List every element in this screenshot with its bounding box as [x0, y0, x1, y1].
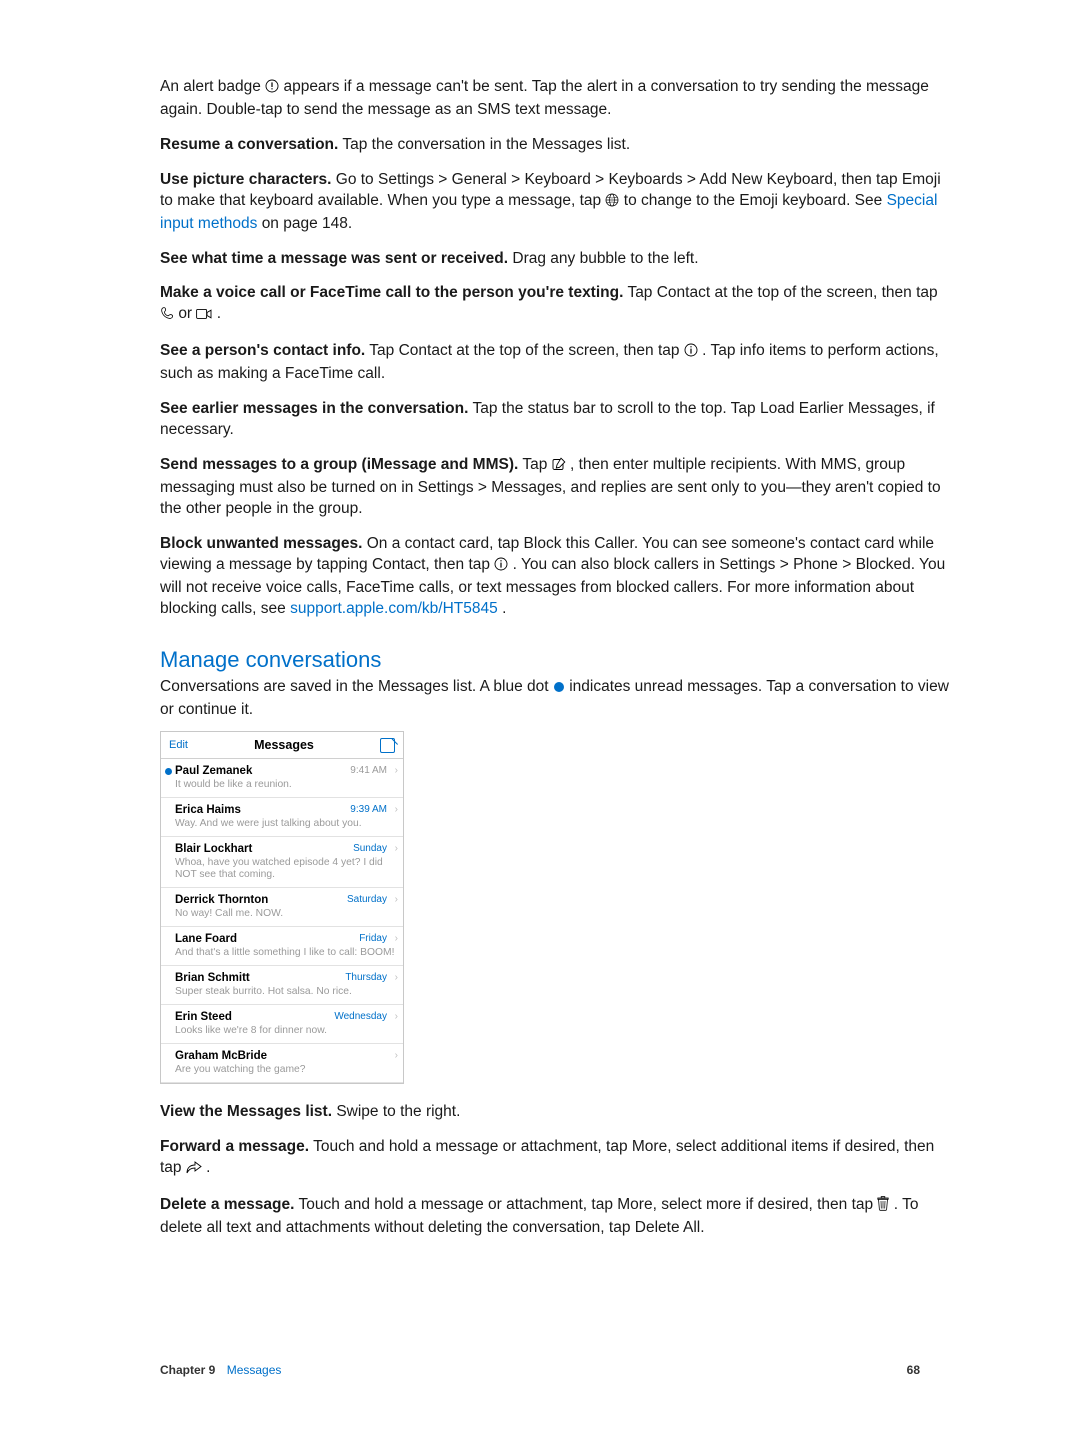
- lead: See a person's contact info.: [160, 342, 365, 359]
- conversation-row[interactable]: Brian SchmittThursday›Super steak burrit…: [161, 966, 403, 1005]
- lead: See earlier messages in the conversation…: [160, 400, 468, 417]
- paragraph-earlier: See earlier messages in the conversation…: [160, 399, 950, 441]
- conversation-row[interactable]: Derrick ThorntonSaturday›No way! Call me…: [161, 888, 403, 927]
- chevron-right-icon: ›: [395, 765, 398, 777]
- info-icon: [684, 343, 698, 364]
- text: to change to the Emoji keyboard. See: [624, 192, 887, 209]
- lead: Delete a message.: [160, 1196, 294, 1213]
- paragraph-manage-intro: Conversations are saved in the Messages …: [160, 677, 950, 721]
- link-support[interactable]: support.apple.com/kb/HT5845: [290, 600, 498, 617]
- unread-dot-icon: [165, 768, 172, 775]
- message-time: Thursday: [345, 972, 387, 984]
- paragraph-contact-info: See a person's contact info. Tap Contact…: [160, 341, 950, 385]
- chevron-right-icon: ›: [395, 933, 398, 945]
- text: .: [217, 305, 221, 322]
- footer-left: Chapter 9 Messages: [160, 1362, 281, 1378]
- page-footer: Chapter 9 Messages 68: [160, 1362, 920, 1378]
- lead: Resume a conversation.: [160, 136, 338, 153]
- messages-header: Edit Messages: [161, 732, 403, 759]
- message-time: 9:41 AM: [350, 765, 387, 777]
- phone-icon: [160, 306, 174, 327]
- contact-name: Graham McBride: [175, 1050, 395, 1063]
- conversation-row[interactable]: Blair LockhartSunday›Whoa, have you watc…: [161, 837, 403, 888]
- paragraph-view-list: View the Messages list. Swipe to the rig…: [160, 1102, 950, 1123]
- compose-icon: [552, 457, 566, 478]
- conversation-row[interactable]: Lane FoardFriday›And that's a little som…: [161, 927, 403, 966]
- edit-button[interactable]: Edit: [169, 739, 188, 752]
- text: Swipe to the right.: [336, 1103, 460, 1120]
- lead: Make a voice call or FaceTime call to th…: [160, 284, 623, 301]
- conversation-row[interactable]: Erin SteedWednesday›Looks like we're 8 f…: [161, 1005, 403, 1044]
- message-time: 9:39 AM: [350, 804, 387, 816]
- page-number: 68: [907, 1362, 920, 1378]
- message-preview: And that's a little something I like to …: [175, 947, 395, 959]
- conversation-row[interactable]: Graham McBride›Are you watching the game…: [161, 1044, 403, 1083]
- text: on page 148.: [262, 215, 353, 232]
- text: Conversations are saved in the Messages …: [160, 678, 553, 695]
- messages-list-screenshot: Edit Messages Paul Zemanek9:41 AM›It wou…: [160, 731, 404, 1084]
- conversation-row[interactable]: Paul Zemanek9:41 AM›It would be like a r…: [161, 759, 403, 798]
- message-time: Wednesday: [334, 1011, 387, 1023]
- text: .: [502, 600, 506, 617]
- message-preview: Looks like we're 8 for dinner now.: [175, 1025, 395, 1037]
- paragraph-sent-time: See what time a message was sent or rece…: [160, 249, 950, 270]
- message-preview: Way. And we were just talking about you.: [175, 818, 395, 830]
- message-time: Sunday: [353, 843, 387, 855]
- trash-icon: [877, 1196, 889, 1218]
- text: Tap Contact at the top of the screen, th…: [369, 342, 684, 359]
- page-body: An alert badge appears if a message can'…: [0, 0, 1080, 1239]
- text: or: [178, 305, 196, 322]
- forward-arrow-icon: [186, 1160, 202, 1181]
- paragraph-forward: Forward a message. Touch and hold a mess…: [160, 1137, 950, 1181]
- chevron-right-icon: ›: [395, 972, 398, 984]
- text: An alert badge: [160, 78, 265, 95]
- chevron-right-icon: ›: [395, 894, 398, 906]
- paragraph-voice-facetime: Make a voice call or FaceTime call to th…: [160, 283, 950, 327]
- heading-manage-conversations: Manage conversations: [160, 645, 950, 675]
- globe-icon: [605, 193, 619, 214]
- lead: See what time a message was sent or rece…: [160, 250, 508, 267]
- chevron-right-icon: ›: [395, 804, 398, 816]
- paragraph-alert: An alert badge appears if a message can'…: [160, 77, 950, 121]
- messages-title: Messages: [254, 738, 314, 752]
- blue-dot-icon: [553, 679, 565, 700]
- paragraph-group: Send messages to a group (iMessage and M…: [160, 455, 950, 520]
- paragraph-block: Block unwanted messages. On a contact ca…: [160, 534, 950, 620]
- lead: Use picture characters.: [160, 171, 331, 188]
- message-preview: It would be like a reunion.: [175, 779, 395, 791]
- lead: View the Messages list.: [160, 1103, 332, 1120]
- paragraph-delete: Delete a message. Touch and hold a messa…: [160, 1195, 950, 1239]
- message-preview: Are you watching the game?: [175, 1064, 395, 1076]
- info-icon: [494, 557, 508, 578]
- alert-badge-icon: [265, 79, 279, 100]
- paragraph-picture-chars: Use picture characters. Go to Settings >…: [160, 170, 950, 235]
- text: Tap the conversation in the Messages lis…: [342, 136, 630, 153]
- conversation-row[interactable]: Erica Haims9:39 AM›Way. And we were just…: [161, 798, 403, 837]
- text: Tap: [522, 456, 551, 473]
- facetime-icon: [196, 306, 212, 327]
- text: .: [206, 1159, 210, 1176]
- chevron-right-icon: ›: [395, 1050, 398, 1062]
- message-preview: Whoa, have you watched episode 4 yet? I …: [175, 857, 395, 881]
- message-preview: Super steak burrito. Hot salsa. No rice.: [175, 986, 395, 998]
- paragraph-resume: Resume a conversation. Tap the conversat…: [160, 135, 950, 156]
- text: Touch and hold a message or attachment, …: [298, 1196, 877, 1213]
- text: Drag any bubble to the left.: [512, 250, 698, 267]
- text: Tap Contact at the top of the screen, th…: [627, 284, 937, 301]
- lead: Send messages to a group (iMessage and M…: [160, 456, 518, 473]
- chapter-label: Chapter 9: [160, 1363, 215, 1377]
- message-time: Saturday: [347, 894, 387, 906]
- message-time: Friday: [359, 933, 387, 945]
- compose-icon[interactable]: [380, 738, 395, 753]
- chapter-link[interactable]: Messages: [227, 1363, 282, 1377]
- chevron-right-icon: ›: [395, 843, 398, 855]
- lead: Forward a message.: [160, 1138, 309, 1155]
- lead: Block unwanted messages.: [160, 535, 362, 552]
- chevron-right-icon: ›: [395, 1011, 398, 1023]
- message-preview: No way! Call me. NOW.: [175, 908, 395, 920]
